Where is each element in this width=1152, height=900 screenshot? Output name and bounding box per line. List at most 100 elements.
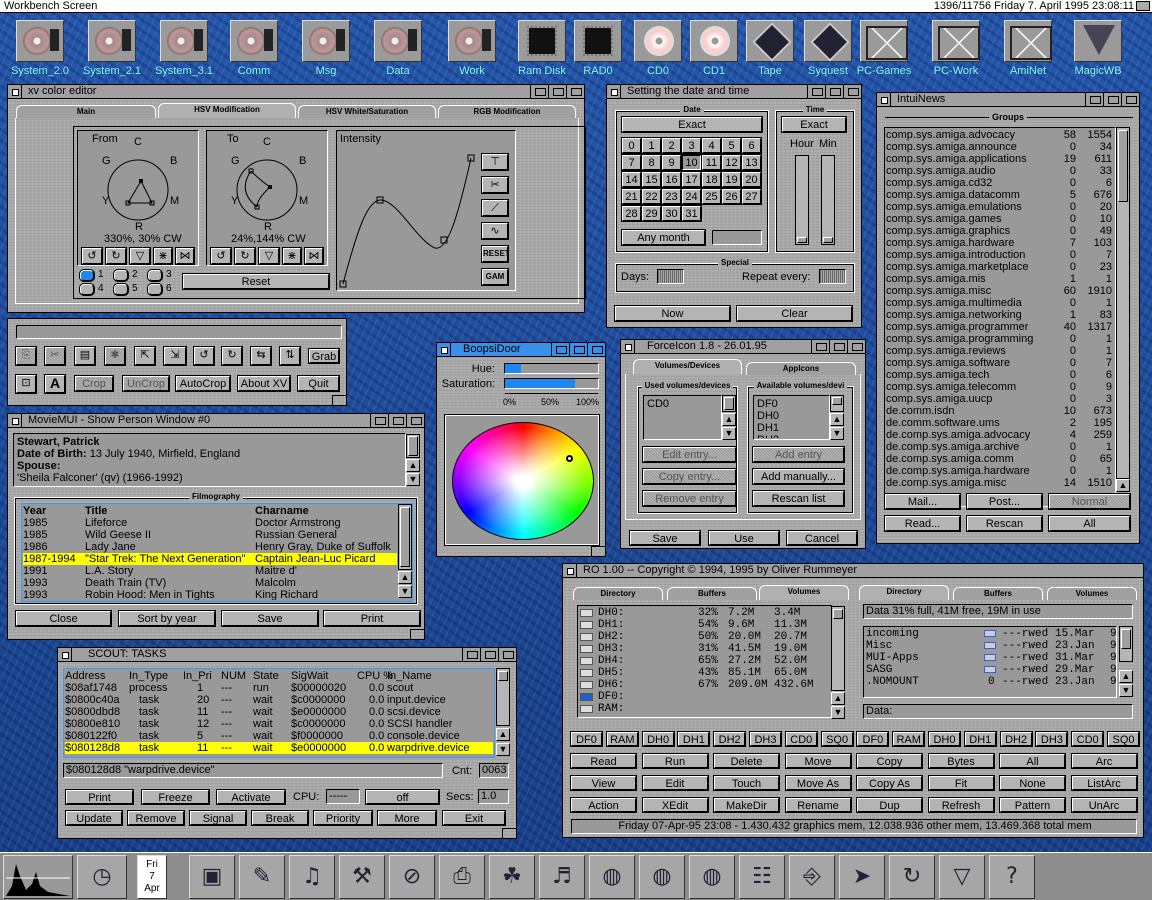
close-gadget[interactable] <box>563 564 577 577</box>
day-button[interactable]: 0 <box>621 137 642 154</box>
scroll-up-arrow[interactable]: ▲ <box>1119 670 1133 683</box>
newsgroup-row[interactable]: comp.sys.amiga.software 0 7 <box>886 357 1114 369</box>
secs-field[interactable]: 1.0 <box>478 789 509 804</box>
newsgroup-row[interactable]: comp.sys.amiga.emulations 0 20 <box>886 201 1114 213</box>
tab-rgb-modification[interactable]: RGB Modification <box>438 105 576 118</box>
day-button[interactable]: 31 <box>681 205 702 222</box>
scroll-down-arrow[interactable]: ▼ <box>398 585 412 598</box>
drive-button-dh0[interactable]: DH0 <box>928 731 961 747</box>
newsgroup-row[interactable]: comp.sys.amiga.mis 1 1 <box>886 273 1114 285</box>
newsgroup-row[interactable]: de.comp.sys.amiga.hardware 0 1 <box>886 465 1114 477</box>
desktop-icon[interactable]: Comm <box>222 20 286 77</box>
now-button[interactable]: Now <box>614 305 731 322</box>
day-button[interactable]: 12 <box>721 154 742 171</box>
paste-icon[interactable]: ▤ <box>74 346 96 366</box>
disk-backup-icon[interactable] <box>789 855 835 899</box>
close-gadget[interactable] <box>437 343 451 356</box>
used-volumes-list[interactable]: CD0 <box>643 395 722 440</box>
zoom-gadget[interactable] <box>811 340 829 353</box>
day-button[interactable]: 1 <box>641 137 662 154</box>
drive-button-ram[interactable]: RAM <box>892 731 926 747</box>
desktop-icon[interactable]: System_3.1 <box>152 20 216 77</box>
linear-curve-button[interactable]: ⟋ <box>481 199 509 217</box>
update-button[interactable]: Update <box>65 810 123 826</box>
directory-row[interactable]: MUI-Apps ---rwed 31.Mar 9 <box>866 652 1116 664</box>
directory-row[interactable]: incoming ---rwed 15.Mar 9 <box>866 628 1116 640</box>
autocrop-button[interactable]: AutoCrop <box>175 375 231 392</box>
globe-news-icon[interactable] <box>639 855 685 899</box>
copy-icon[interactable]: ⎘ <box>15 346 37 366</box>
groups-list[interactable]: comp.sys.amiga.advocacy 58 1554 comp.sys.am… <box>886 129 1114 505</box>
film-row[interactable]: 1985 Lifeforce Doctor Armstrong <box>23 517 397 529</box>
crop-button[interactable]: Crop <box>74 375 114 392</box>
refresh-button[interactable]: Refresh <box>927 797 995 813</box>
iconify-gadget[interactable] <box>480 648 498 661</box>
iconify-gadget[interactable] <box>388 414 406 427</box>
activate-button[interactable]: Activate <box>216 789 286 805</box>
groups-scrollbar[interactable] <box>1116 127 1130 479</box>
film-row[interactable]: 1993 Robin Hood: Men in Tights King Richar… <box>23 589 397 600</box>
drive-button-dh2[interactable]: DH2 <box>999 731 1033 747</box>
day-button[interactable]: 25 <box>701 188 722 205</box>
desktop-icon[interactable]: PC-Games <box>852 20 916 77</box>
globe-fax-icon[interactable] <box>689 855 735 899</box>
volumes-scrollbar[interactable] <box>831 606 845 691</box>
newsgroup-row[interactable]: de.comp.sys.amiga.archive 0 1 <box>886 441 1114 453</box>
repeat-field[interactable] <box>819 269 846 284</box>
day-button[interactable]: 14 <box>621 171 642 188</box>
delete-point-button[interactable]: ✂ <box>481 176 509 194</box>
day-button[interactable]: 13 <box>741 154 762 171</box>
depth-gadget[interactable] <box>1121 93 1139 106</box>
volume-row[interactable]: DF0: <box>580 691 830 703</box>
resize-gadget[interactable] <box>332 395 346 405</box>
close-gadget[interactable] <box>58 648 72 661</box>
tab-main[interactable]: Main <box>16 105 156 118</box>
color-wheel[interactable] <box>452 422 594 540</box>
info-scrollbar[interactable] <box>406 434 420 458</box>
newsgroup-row[interactable]: comp.sys.amiga.audio 0 33 <box>886 165 1114 177</box>
move-button[interactable]: Move <box>784 753 852 769</box>
pattern-button[interactable]: Pattern <box>999 797 1066 813</box>
scroll-up-arrow[interactable]: ▲ <box>496 728 510 741</box>
film-row[interactable]: 1985 Wild Geese II Russian General <box>23 529 397 541</box>
fit-button[interactable]: Fit <box>927 775 995 791</box>
help-icon[interactable] <box>989 855 1035 899</box>
newsgroup-row[interactable]: comp.sys.amiga.marketplace 0 23 <box>886 261 1114 273</box>
desktop-icon[interactable]: Ram Disk <box>510 20 574 77</box>
newsgroup-row[interactable]: comp.sys.amiga.introduction 0 7 <box>886 249 1114 261</box>
drive-button-dh1[interactable]: DH1 <box>963 731 997 747</box>
newsgroup-row[interactable]: de.comp.sys.amiga.misc 14 1510 <box>886 477 1114 489</box>
newsgroup-row[interactable]: comp.sys.amiga.applications 19 611 <box>886 153 1114 165</box>
iconify-gadget[interactable] <box>1103 93 1121 106</box>
iconify-gadget[interactable] <box>829 340 847 353</box>
drive-button-sq0[interactable]: SQ0 <box>1107 731 1140 747</box>
film-row[interactable]: 1986 Lady Jane Henry Gray, Duke of Suffolk <box>23 541 397 553</box>
month-field[interactable] <box>712 230 762 245</box>
used-volume-item[interactable]: CD0 <box>647 398 721 410</box>
iconify-gadget[interactable] <box>825 85 843 98</box>
newsgroup-row[interactable]: comp.sys.amiga.games 0 10 <box>886 213 1114 225</box>
day-button[interactable]: 17 <box>681 171 702 188</box>
draw-icon[interactable] <box>339 855 385 899</box>
unarc-button[interactable]: UnArc <box>1070 797 1138 813</box>
tab-volumes-devices[interactable]: Volumes/Devices <box>633 359 742 374</box>
touch-button[interactable]: Touch <box>713 775 780 791</box>
listarc-button[interactable]: ListArc <box>1070 775 1138 791</box>
rotate-right-icon[interactable]: ↻ <box>221 346 243 366</box>
signal-button[interactable]: Signal <box>189 810 247 826</box>
day-button[interactable]: 29 <box>641 205 662 222</box>
fit-icon[interactable]: ⊡ <box>15 374 37 394</box>
drive-button-dh3[interactable]: DH3 <box>749 731 782 747</box>
directory-list[interactable]: incoming ---rwed 15.Mar 9 Misc ---rwed 23.Jan 9… <box>866 628 1116 696</box>
copy-button[interactable]: Copy <box>856 753 923 769</box>
newsgroup-row[interactable]: de.comm.software.ums 2 195 <box>886 417 1114 429</box>
day-button[interactable]: 24 <box>681 188 702 205</box>
spline-curve-button[interactable]: ∿ <box>481 222 509 240</box>
run-button[interactable]: Run <box>641 753 709 769</box>
newsgroup-row[interactable]: de.comp.sys.amiga.advocacy 4 259 <box>886 429 1114 441</box>
save-button[interactable]: Save <box>629 530 701 546</box>
add-manually-button[interactable]: Add manually... <box>752 468 845 485</box>
all-cycle[interactable]: All <box>1048 515 1131 532</box>
available-volumes-list[interactable]: DF0DH0DH1DH2 <box>753 395 830 440</box>
resize-gadget[interactable] <box>502 828 516 838</box>
